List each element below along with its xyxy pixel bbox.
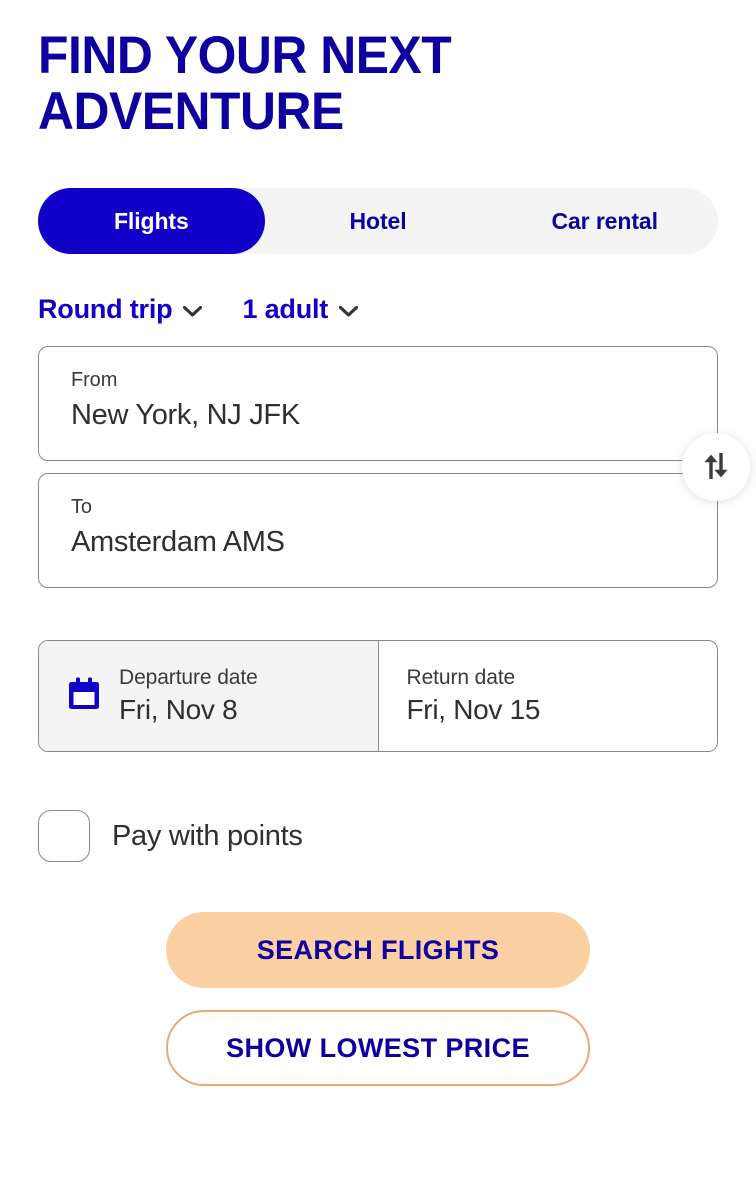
- action-buttons: Search flights Show lowest price: [38, 912, 718, 1086]
- tab-car-rental[interactable]: Car rental: [491, 188, 718, 254]
- return-date-value: Fri, Nov 15: [406, 694, 541, 725]
- departure-date-label: Departure date: [119, 666, 258, 689]
- destination-value: Amsterdam AMS: [71, 526, 285, 558]
- destination-label: To: [71, 496, 92, 518]
- pay-with-points-row: Pay with points: [38, 810, 718, 862]
- departure-date-value: Fri, Nov 8: [119, 694, 238, 725]
- date-range-field: Departure date Fri, Nov 8 Return date Fr…: [38, 640, 718, 752]
- flight-search-panel: Find your next adventure Flights Hotel C…: [0, 0, 756, 1186]
- destination-field[interactable]: To Amsterdam AMS: [38, 473, 718, 588]
- swap-locations-button[interactable]: [682, 433, 750, 501]
- swap-vertical-icon: [699, 450, 733, 485]
- pay-with-points-label: Pay with points: [112, 819, 303, 852]
- trip-type-dropdown[interactable]: Round trip: [38, 293, 203, 325]
- location-fields: From New York, NJ JFK To Amsterdam AMS: [38, 346, 750, 588]
- chevron-down-icon: [338, 304, 359, 317]
- pay-with-points-checkbox[interactable]: [38, 810, 90, 862]
- return-date-label: Return date: [406, 666, 516, 689]
- tab-hotel[interactable]: Hotel: [265, 188, 492, 254]
- origin-value: New York, NJ JFK: [71, 399, 300, 431]
- show-lowest-price-button[interactable]: Show lowest price: [166, 1010, 590, 1086]
- calendar-icon: [67, 676, 101, 717]
- passenger-count-label: 1 adult: [242, 293, 329, 324]
- origin-field[interactable]: From New York, NJ JFK: [38, 346, 718, 461]
- chevron-down-icon: [183, 304, 203, 317]
- passenger-count-dropdown[interactable]: 1 adult: [242, 293, 359, 325]
- origin-label: From: [71, 369, 118, 391]
- search-type-tabs: Flights Hotel Car rental: [38, 188, 718, 254]
- tab-flights[interactable]: Flights: [38, 188, 265, 254]
- return-date-cell[interactable]: Return date Fri, Nov 15: [377, 641, 718, 751]
- page-title: Find your next adventure: [38, 26, 452, 141]
- search-flights-button[interactable]: Search flights: [166, 912, 590, 988]
- trip-options-row: Round trip 1 adult: [38, 290, 718, 328]
- trip-type-label: Round trip: [38, 293, 173, 324]
- departure-date-cell[interactable]: Departure date Fri, Nov 8: [39, 641, 378, 751]
